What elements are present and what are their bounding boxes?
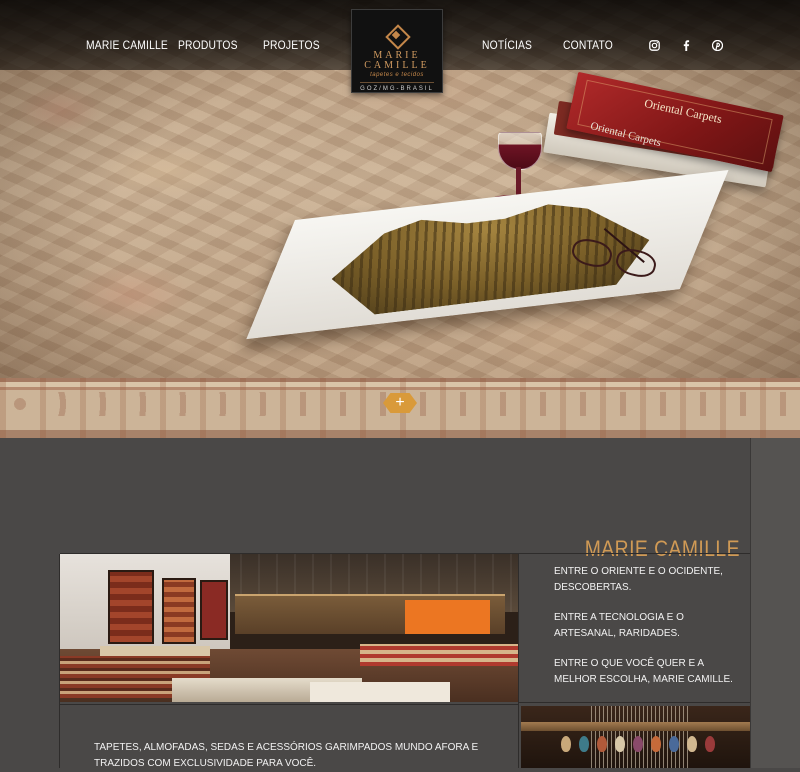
logo-text-camille: CAMILLE: [364, 60, 430, 71]
about-section: MARIE CAMILLE ENTRE O ORIENTE E O OCIDEN…: [0, 438, 800, 769]
yarn-ball: [705, 736, 715, 752]
intro-text: ENTRE O ORIENTE E O OCIDENTE, DESCOBERTA…: [554, 564, 734, 702]
yarn-ball: [615, 736, 625, 752]
description-text: TAPETES, ALMOFADAS, SEDAS E ACESSÓRIOS G…: [94, 742, 479, 769]
logo-divider: [360, 82, 434, 83]
yarn-ball: [687, 736, 697, 752]
nav-link-projetos[interactable]: PROJETOS: [263, 38, 320, 52]
right-rail: [750, 438, 800, 768]
instagram-icon[interactable]: [647, 40, 661, 54]
orange-wall: [405, 600, 490, 634]
yarn-ball: [579, 736, 589, 752]
hanging-rug: [200, 580, 228, 640]
yarn-ball: [561, 736, 571, 752]
pinterest-icon[interactable]: [710, 39, 724, 54]
hero-banner: Oriental Carpets Oriental Carpets + MARI…: [0, 0, 800, 438]
yarn-ball: [597, 736, 607, 752]
section-title: MARIE CAMILLE: [584, 536, 740, 562]
divider-mid: [518, 702, 750, 703]
rug-stack: [310, 682, 450, 702]
nav-link-contato[interactable]: CONTATO: [563, 38, 613, 52]
nav-link-noticias[interactable]: NOTÍCIAS: [482, 38, 532, 52]
hanging-rug: [108, 570, 154, 644]
intro-line: ENTRE O ORIENTE E O OCIDENTE, DESCOBERTA…: [554, 566, 723, 593]
yarn-ball: [651, 736, 661, 752]
store-photo: [60, 554, 518, 702]
rug-stack: [360, 644, 518, 666]
logo-origin: GOZ/MG-BRASIL: [360, 86, 434, 92]
loom-photo: [521, 706, 750, 768]
nav-link-produtos[interactable]: PRODUTOS: [178, 38, 238, 52]
facebook-icon[interactable]: [679, 40, 693, 54]
yarn-ball: [669, 736, 679, 752]
loom-beam: [521, 722, 750, 731]
intro-line: ENTRE O QUE VOCÊ QUER E A MELHOR ESCOLHA…: [554, 658, 733, 685]
site-logo[interactable]: MARIE CAMILLE tapetes e tecidos GOZ/MG-B…: [351, 9, 443, 93]
intro-line: ENTRE A TECNOLOGIA E O ARTESANAL, RARIDA…: [554, 612, 684, 639]
hanging-rug: [162, 578, 196, 644]
logo-tagline: tapetes e tecidos: [370, 72, 424, 78]
divider-left-bottom: [60, 704, 518, 705]
yarn-ball: [633, 736, 643, 752]
divider-vertical: [518, 554, 519, 768]
nav-link-marie-camille[interactable]: MARIE CAMILLE: [86, 38, 168, 52]
